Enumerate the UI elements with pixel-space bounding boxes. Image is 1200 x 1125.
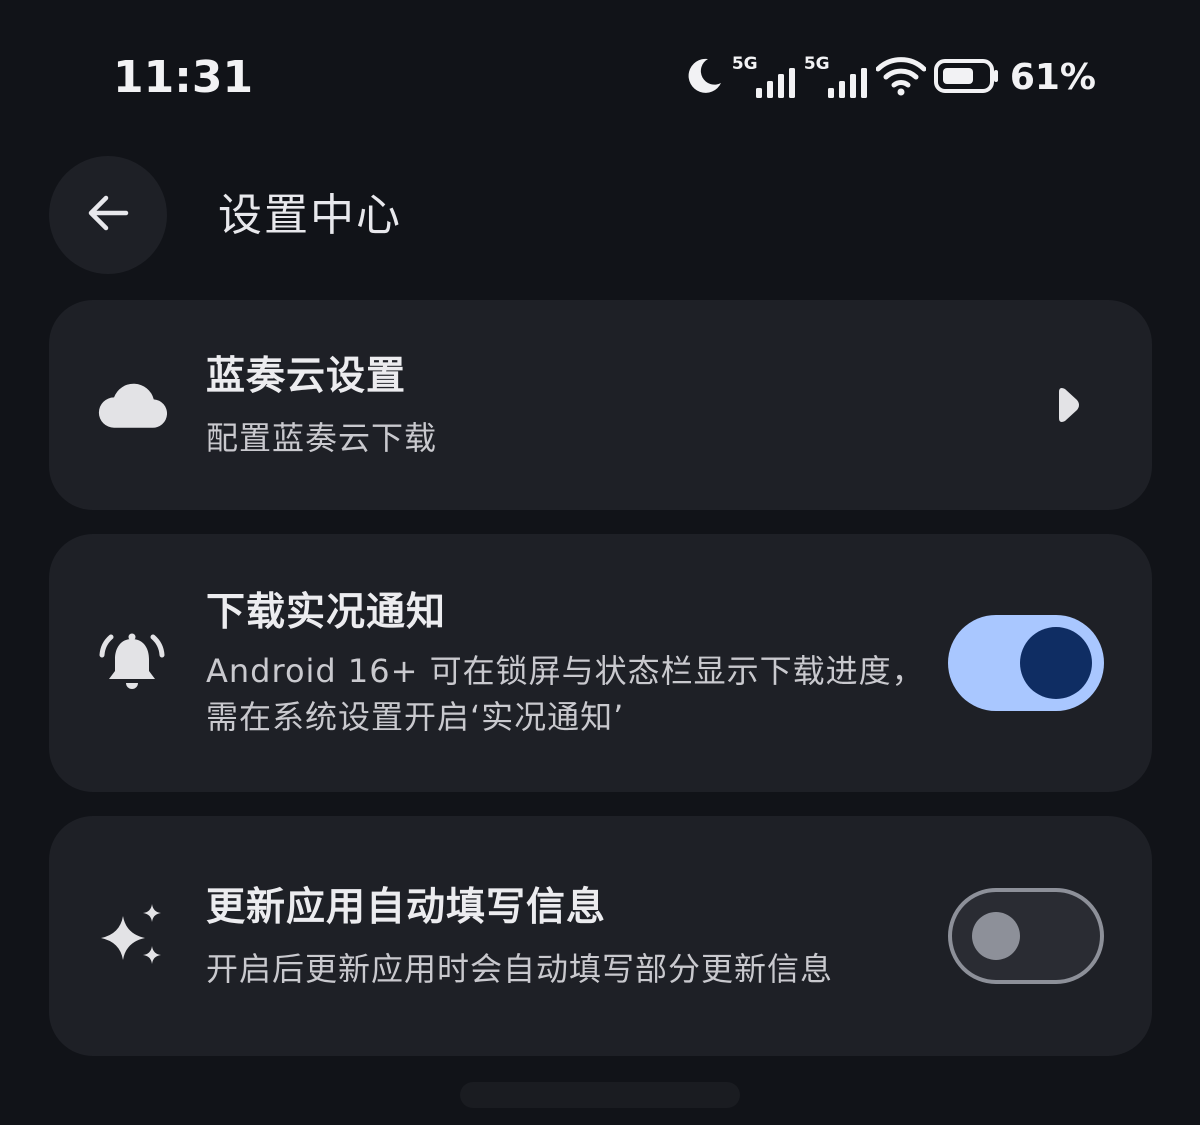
setting-subtitle: 开启后更新应用时会自动填写部分更新信息 bbox=[206, 950, 834, 988]
setting-title: 下载实况通知 bbox=[206, 590, 447, 635]
setting-title: 更新应用自动填写信息 bbox=[206, 885, 607, 930]
sparkles-icon bbox=[97, 902, 167, 972]
setting-subtitle: Android 16+ 可在锁屏与状态栏显示下载进度，需在系统设置开启‘实况通知… bbox=[206, 652, 925, 736]
setting-subtitle: 配置蓝奏云下载 bbox=[206, 419, 438, 457]
mobile-network-2: 5G bbox=[803, 54, 868, 100]
battery-icon bbox=[933, 58, 1000, 98]
mobile-network-1: 5G bbox=[731, 54, 796, 100]
toggle-thumb bbox=[1020, 627, 1092, 699]
toggle-thumb bbox=[972, 912, 1020, 960]
signal-icon bbox=[755, 68, 795, 98]
setting-title: 蓝奏云设置 bbox=[206, 354, 407, 399]
back-button[interactable] bbox=[49, 156, 167, 274]
arrow-left-icon bbox=[86, 193, 130, 237]
signal-icon bbox=[827, 68, 867, 98]
status-icons: 5G 5G 61% bbox=[676, 52, 1096, 104]
gesture-hint bbox=[460, 1082, 740, 1108]
chevron-right-icon bbox=[1048, 383, 1088, 427]
battery-percent: 61% bbox=[1009, 57, 1096, 98]
live-notification-toggle[interactable] bbox=[948, 615, 1104, 711]
status-time: 11:31 bbox=[113, 52, 254, 103]
setting-item-lanzou[interactable]: 蓝奏云设置 配置蓝奏云下载 bbox=[49, 300, 1152, 510]
cloud-icon bbox=[97, 370, 167, 440]
setting-item-autofill[interactable]: 更新应用自动填写信息 开启后更新应用时会自动填写部分更新信息 bbox=[49, 816, 1152, 1056]
status-bar: 11:31 5G 5G 61% bbox=[0, 0, 1200, 150]
network-type-label: 5G bbox=[731, 54, 758, 74]
setting-item-live-notification[interactable]: 下载实况通知 Android 16+ 可在锁屏与状态栏显示下载进度，需在系统设置… bbox=[49, 534, 1152, 792]
autofill-toggle[interactable] bbox=[948, 888, 1104, 984]
network-type-label: 5G bbox=[803, 54, 830, 74]
bell-ringing-icon bbox=[97, 628, 167, 698]
page-title: 设置中心 bbox=[218, 190, 402, 241]
moon-icon bbox=[684, 56, 724, 100]
wifi-icon bbox=[875, 56, 927, 100]
